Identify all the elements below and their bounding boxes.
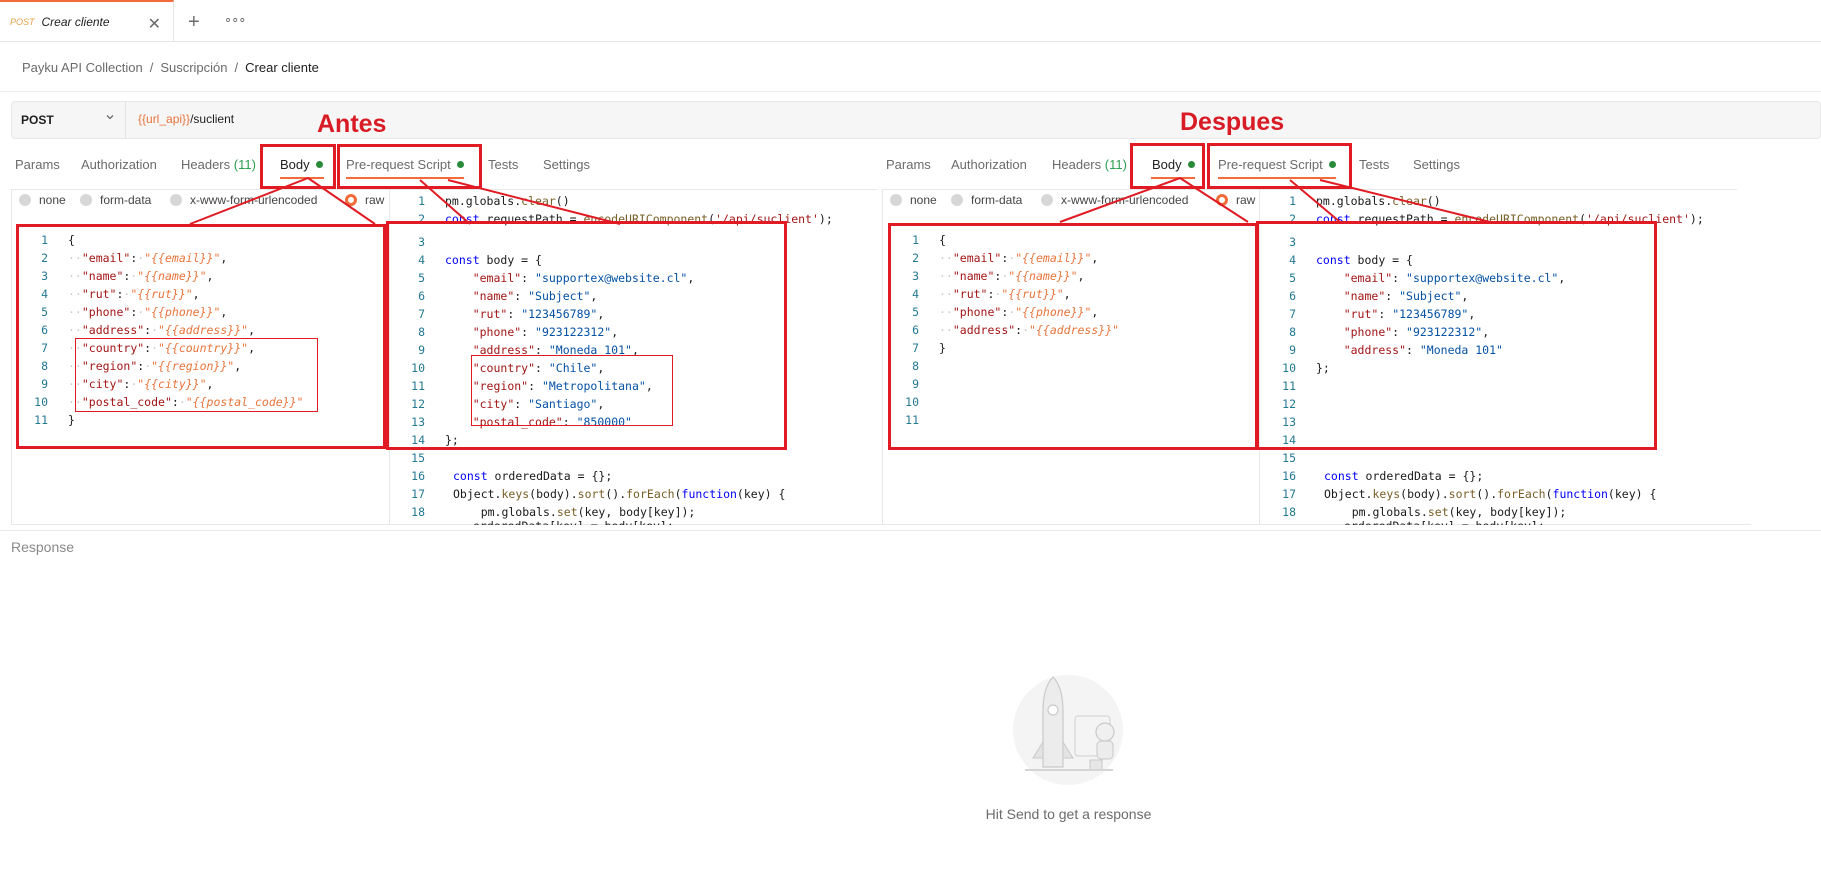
- highlight-body-editor-despues: [888, 223, 1258, 450]
- highlight-removed-fields: [75, 338, 318, 412]
- highlight-prerequest-tab-despues: [1207, 143, 1352, 189]
- highlight-body-tab-antes: [260, 144, 336, 189]
- highlight-body-editor-antes: [16, 224, 386, 449]
- highlight-prerequest-tab-antes: [337, 144, 482, 189]
- highlight-prerequest-editor-despues: [1256, 221, 1657, 450]
- highlight-removed-values: [471, 355, 673, 426]
- response-hint: Hit Send to get a response: [985, 806, 1152, 822]
- response-label: Response: [11, 539, 75, 555]
- divider: [0, 530, 1821, 531]
- highlight-body-tab-despues: [1130, 143, 1205, 189]
- rocket-astronaut-illustration: [1013, 675, 1123, 785]
